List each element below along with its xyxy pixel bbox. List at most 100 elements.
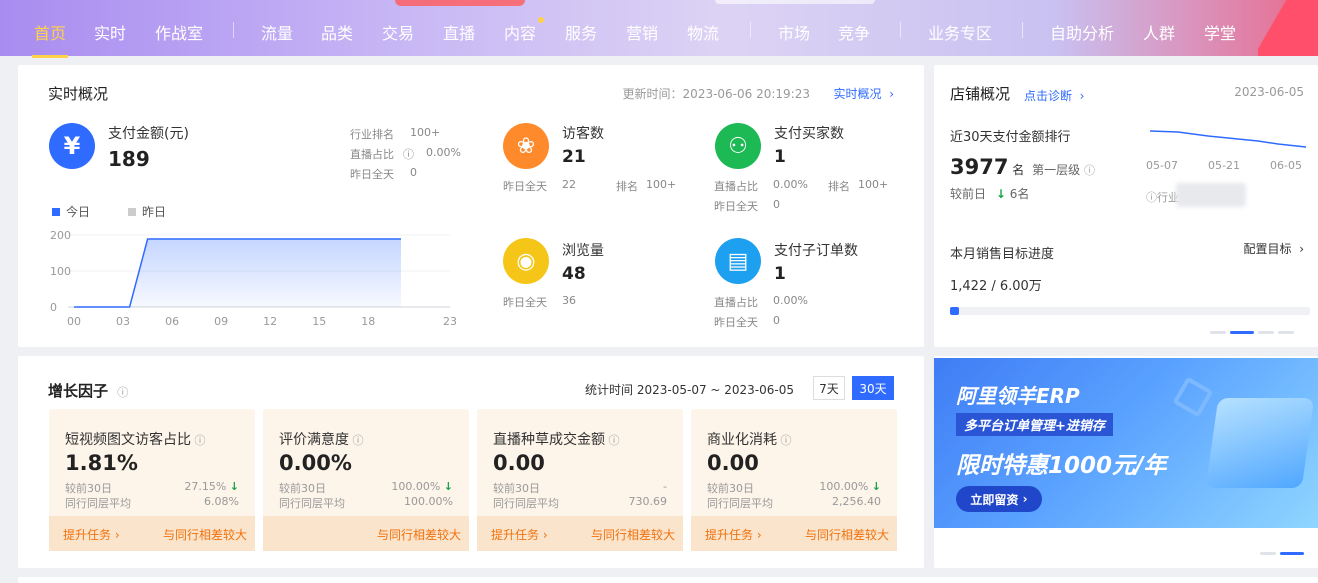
- factor-value: 0.00: [707, 451, 759, 475]
- help-icon[interactable]: ⓘ: [605, 434, 619, 447]
- nav-item-service[interactable]: 服务: [565, 20, 597, 44]
- carousel-dot[interactable]: [1258, 331, 1274, 334]
- pageviews-yesterday-label: 昨日全天: [503, 296, 547, 309]
- factor-value: 1.81%: [65, 451, 138, 475]
- factor-footer: 提升任务 › 与同行相差较大: [49, 516, 255, 551]
- carousel-dot[interactable]: [1230, 331, 1254, 334]
- carousel-dots[interactable]: [1210, 331, 1294, 334]
- legend-swatch: [128, 207, 136, 216]
- nav-item-crowd[interactable]: 人群: [1143, 20, 1175, 44]
- nav-item-self-analysis[interactable]: 自助分析: [1050, 20, 1114, 44]
- nav-item-marketing[interactable]: 营销: [626, 20, 658, 44]
- factor-label: 评价满意度 ⓘ: [279, 429, 364, 449]
- factor-footer: 与同行相差较大: [263, 516, 469, 551]
- factor-peer-row: 同行同层平均 730.69: [493, 495, 667, 511]
- pageviews-label: 浏览量: [562, 243, 604, 259]
- carousel-dot[interactable]: [1260, 552, 1276, 555]
- carousel-dot[interactable]: [1210, 331, 1226, 334]
- growth-title-label: 增长因子: [48, 382, 109, 400]
- rank-value: 3977: [950, 155, 1009, 179]
- buyers-value: 1: [774, 147, 786, 167]
- nav-item-competition[interactable]: 竞争: [838, 20, 870, 44]
- growth-factor-card[interactable]: 短视频图文访客占比 ⓘ 1.81% 较前30日 27.15% ↓ 同行同层平均 6.…: [49, 409, 255, 551]
- realtime-link[interactable]: 实时概况 ›: [834, 85, 894, 102]
- visitors-label: 访客数: [562, 126, 604, 142]
- factor-peer-row: 同行同层平均 2,256.40: [707, 495, 881, 511]
- rank-trend-sparkline: [1149, 130, 1307, 148]
- config-target-label: 配置目标: [1243, 242, 1292, 256]
- help-icon[interactable]: ⓘ: [1084, 164, 1095, 177]
- factor-compare-label: 较前30日: [279, 482, 326, 495]
- growth-factor-card[interactable]: 直播种草成交金额 ⓘ 0.00 较前30日 - 同行同层平均 730.69 提升任务…: [477, 409, 683, 551]
- factor-peer-label: 同行同层平均: [707, 497, 773, 510]
- ad-cta-button[interactable]: 立即留资 ›: [956, 486, 1042, 512]
- factor-peer-value: 6.08%: [204, 495, 239, 508]
- target-label: 本月销售目标进度: [950, 247, 1055, 262]
- realtime-title: 实时概况: [48, 85, 109, 103]
- factor-compare-value: 100.00%: [391, 480, 441, 493]
- improve-task-link[interactable]: 提升任务 ›: [63, 526, 120, 543]
- help-icon[interactable]: ⓘ: [1146, 191, 1157, 204]
- improve-task-link[interactable]: 提升任务 ›: [705, 526, 762, 543]
- help-icon[interactable]: ⓘ: [777, 434, 791, 447]
- target-progress-fill: [950, 307, 959, 315]
- nav-item-logistics[interactable]: 物流: [687, 20, 719, 44]
- carousel-dot[interactable]: [1280, 552, 1304, 555]
- growth-factor-card[interactable]: 评价满意度 ⓘ 0.00% 较前30日 100.00% ↓ 同行同层平均 100.0…: [263, 409, 469, 551]
- carousel-dots[interactable]: [1260, 552, 1304, 555]
- range-7-button[interactable]: 7天: [813, 376, 845, 400]
- target-value: 1,422 / 6.00万: [950, 279, 1042, 294]
- shop-date: 2023-06-05: [1234, 85, 1304, 99]
- help-icon[interactable]: ⓘ: [191, 434, 205, 447]
- carousel-dot[interactable]: [1278, 331, 1294, 334]
- nav-item-warroom[interactable]: 作战室: [155, 20, 203, 44]
- rank-unit: 名: [1012, 163, 1025, 177]
- nav-item-realtime[interactable]: 实时: [94, 20, 126, 44]
- factor-value: 0.00%: [279, 451, 352, 475]
- growth-factor-card[interactable]: 商业化消耗 ⓘ 0.00 较前30日 100.00% ↓ 同行同层平均 2,256.…: [691, 409, 897, 551]
- nav-item-academy[interactable]: 学堂: [1204, 20, 1236, 44]
- growth-title: 增长因子 ⓘ: [48, 380, 128, 401]
- chevron-right-icon: ›: [1018, 492, 1028, 506]
- nav-item-business-zone[interactable]: 业务专区: [928, 20, 992, 44]
- nav-item-market[interactable]: 市场: [778, 20, 810, 44]
- legend-yesterday-label: 昨日: [142, 205, 167, 219]
- period-row: 统计时间 2023-05-07 ~ 2023-06-05: [585, 381, 794, 398]
- factor-note: 与同行相差较大: [376, 528, 461, 542]
- factor-compare-row: 较前30日 27.15% ↓: [65, 480, 239, 496]
- legend-yesterday[interactable]: 昨日: [128, 203, 166, 220]
- arrow-down-icon: ↓: [443, 480, 453, 493]
- nav-item-home[interactable]: 首页: [31, 20, 69, 58]
- nav-item-category[interactable]: 品类: [321, 20, 353, 44]
- nav-item-content[interactable]: 内容: [504, 20, 536, 44]
- help-icon[interactable]: ⓘ: [403, 146, 414, 162]
- clipboard-icon: ▤: [715, 238, 761, 284]
- range-30-button[interactable]: 30天: [852, 376, 894, 400]
- buyers-label: 支付买家数: [774, 126, 844, 142]
- help-icon[interactable]: ⓘ: [117, 386, 128, 399]
- decor-shape: [1172, 376, 1214, 418]
- visitors-value: 21: [562, 147, 586, 167]
- config-target-link[interactable]: 配置目标 ›: [1244, 240, 1304, 257]
- nav-item-traffic[interactable]: 流量: [261, 20, 293, 44]
- factor-compare: 27.15% ↓: [184, 480, 239, 493]
- help-icon[interactable]: ⓘ: [349, 434, 363, 447]
- ad-banner[interactable]: 阿里领羊ERP 多平台订单管理+进销存 限时特惠1000元/年 立即留资 ›: [934, 358, 1318, 528]
- buyers-live-label: 直播占比: [714, 180, 758, 193]
- factor-compare-row: 较前30日 -: [493, 480, 667, 496]
- trend-date: 05-07: [1146, 159, 1178, 172]
- x-tick-label: 12: [263, 315, 277, 328]
- users-icon: ⚇: [715, 123, 761, 169]
- diagnose-label: 点击诊断: [1024, 89, 1073, 103]
- nav-item-live[interactable]: 直播: [443, 20, 475, 44]
- factor-label: 直播种草成交金额 ⓘ: [493, 429, 620, 449]
- improve-task-link[interactable]: 提升任务 ›: [491, 526, 548, 543]
- factor-compare-value: 100.00%: [819, 480, 869, 493]
- nav-item-trade[interactable]: 交易: [382, 20, 414, 44]
- ad-title: 阿里领羊ERP: [956, 384, 1080, 408]
- live-share-label: 直播占比: [350, 148, 394, 161]
- tier-label: 第一层级: [1032, 163, 1081, 177]
- legend-today[interactable]: 今日: [52, 203, 90, 220]
- blurred-value: [1176, 183, 1246, 207]
- diagnose-link[interactable]: 点击诊断 ›: [1024, 87, 1084, 104]
